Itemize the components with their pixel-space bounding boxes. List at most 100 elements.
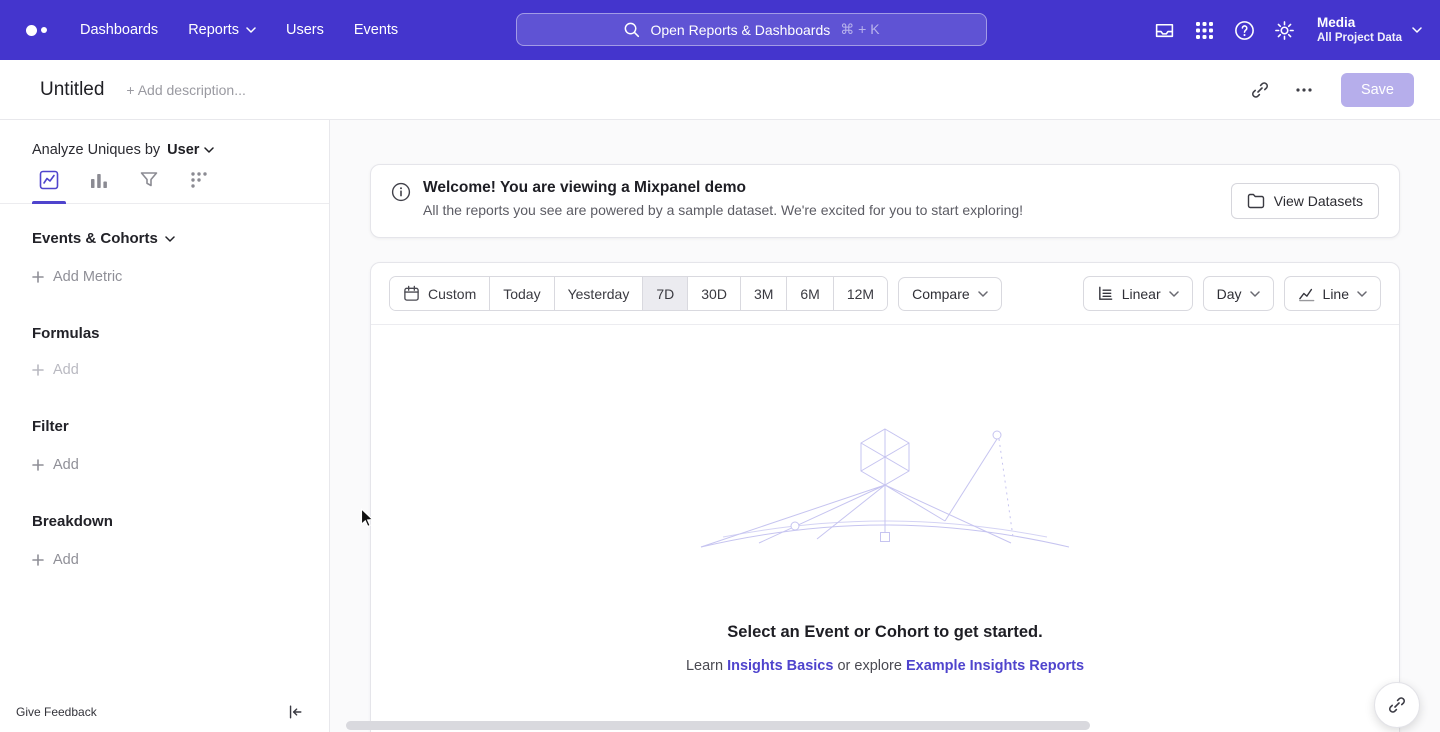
chevron-down-icon <box>1357 291 1367 297</box>
add-formula-button[interactable]: Add <box>0 362 329 378</box>
range-12m[interactable]: 12M <box>834 277 887 310</box>
add-metric-label: Add Metric <box>53 269 122 285</box>
chevron-down-icon <box>246 27 256 33</box>
view-datasets-button[interactable]: View Datasets <box>1231 183 1379 219</box>
report-title[interactable]: Untitled <box>40 79 104 101</box>
collapse-sidebar-icon <box>287 704 303 720</box>
apps-grid-button[interactable] <box>1187 13 1221 47</box>
range-label: Today <box>503 286 540 302</box>
empty-state-subtitle: Learn Insights Basics or explore Example… <box>686 658 1084 674</box>
folder-icon <box>1247 193 1265 209</box>
range-label: 12M <box>847 286 874 302</box>
search-icon <box>623 21 640 38</box>
help-button[interactable] <box>1227 13 1261 47</box>
give-feedback-link[interactable]: Give Feedback <box>16 705 97 719</box>
visualization-tabs <box>0 170 329 204</box>
inbox-button[interactable] <box>1147 13 1181 47</box>
search-shortcut: ⌘ + K <box>840 21 879 38</box>
help-icon <box>1234 20 1255 41</box>
share-link-fab[interactable] <box>1374 682 1420 728</box>
apps-grid-icon <box>1195 21 1214 40</box>
range-30d[interactable]: 30D <box>688 277 741 310</box>
tab-retention[interactable] <box>184 170 214 203</box>
funnel-tab-icon <box>139 170 159 190</box>
filter-section-header: Filter <box>0 418 329 435</box>
chevron-down-icon <box>1412 27 1422 33</box>
nav-item-label: Reports <box>188 22 239 38</box>
top-navbar: Dashboards Reports Users Events Open Rep… <box>0 0 1440 60</box>
range-label: 6M <box>800 286 819 302</box>
example-insights-reports-link[interactable]: Example Insights Reports <box>906 658 1084 674</box>
range-label: Yesterday <box>568 286 630 302</box>
mixpanel-logo[interactable] <box>26 25 47 36</box>
compare-button[interactable]: Compare <box>898 277 1002 311</box>
analyze-row: Analyze Uniques by User <box>0 120 329 158</box>
range-7d[interactable]: 7D <box>643 277 688 310</box>
analyze-by-dropdown[interactable]: User <box>167 142 214 158</box>
range-custom[interactable]: Custom <box>390 277 490 310</box>
more-options-button[interactable] <box>1287 73 1321 107</box>
chart-controls: Custom Today Yesterday 7D 30D 3M 6M 12M … <box>371 263 1399 324</box>
plus-icon <box>32 271 44 283</box>
tab-funnel[interactable] <box>134 170 164 203</box>
chevron-down-icon <box>978 291 988 297</box>
add-filter-button[interactable]: Add <box>0 457 329 473</box>
nav-item-users[interactable]: Users <box>271 14 339 46</box>
add-filter-label: Add <box>53 457 79 473</box>
view-datasets-label: View Datasets <box>1274 193 1363 209</box>
breakdown-title: Breakdown <box>32 513 113 530</box>
copy-link-button[interactable] <box>1243 73 1277 107</box>
line-chart-tab-icon <box>39 170 59 190</box>
events-cohorts-section-header[interactable]: Events & Cohorts <box>0 230 329 247</box>
add-metric-button[interactable]: Add Metric <box>0 269 329 285</box>
empty-state-title: Select an Event or Cohort to get started… <box>727 623 1042 642</box>
navbar-right: Media All Project Data <box>1147 13 1422 47</box>
interval-dropdown[interactable]: Day <box>1203 276 1274 311</box>
empty-state-illustration <box>699 425 1071 575</box>
linear-scale-icon <box>1097 285 1114 302</box>
range-6m[interactable]: 6M <box>787 277 833 310</box>
sidebar-footer: Give Feedback <box>0 694 329 732</box>
link-icon <box>1250 80 1270 100</box>
save-button[interactable]: Save <box>1341 73 1414 107</box>
empty-state: Select an Event or Cohort to get started… <box>371 325 1399 732</box>
scale-dropdown[interactable]: Linear <box>1083 276 1193 311</box>
nav-item-reports[interactable]: Reports <box>173 14 271 46</box>
plus-icon <box>32 459 44 471</box>
date-range-segmented-control: Custom Today Yesterday 7D 30D 3M 6M 12M <box>389 276 888 311</box>
banner-text: Welcome! You are viewing a Mixpanel demo… <box>423 179 1023 218</box>
subtitle-middle: or explore <box>837 658 901 674</box>
breakdown-section-header: Breakdown <box>0 513 329 530</box>
main-panel: Welcome! You are viewing a Mixpanel demo… <box>330 120 1440 732</box>
events-cohorts-title: Events & Cohorts <box>32 230 158 247</box>
nav-item-events[interactable]: Events <box>339 14 413 46</box>
analyze-value: User <box>167 142 199 158</box>
collapse-sidebar-button[interactable] <box>287 704 303 720</box>
insights-basics-link[interactable]: Insights Basics <box>727 658 833 674</box>
range-3m[interactable]: 3M <box>741 277 787 310</box>
horizontal-scrollbar[interactable] <box>346 721 1090 730</box>
settings-button[interactable] <box>1267 13 1301 47</box>
nav-item-dashboards[interactable]: Dashboards <box>65 14 173 46</box>
global-search[interactable]: Open Reports & Dashboards ⌘ + K <box>516 13 987 46</box>
analyze-label: Analyze Uniques by <box>32 142 160 158</box>
chart-type-label: Line <box>1323 286 1349 302</box>
link-icon <box>1387 695 1407 715</box>
filter-title: Filter <box>32 418 69 435</box>
range-today[interactable]: Today <box>490 277 554 310</box>
chart-type-dropdown[interactable]: Line <box>1284 276 1381 311</box>
chevron-down-icon <box>165 236 175 242</box>
range-yesterday[interactable]: Yesterday <box>555 277 644 310</box>
chevron-down-icon <box>1250 291 1260 297</box>
project-switcher[interactable]: Media All Project Data <box>1317 14 1422 46</box>
banner-body: All the reports you see are powered by a… <box>423 202 1023 218</box>
line-chart-icon <box>1298 285 1315 302</box>
range-label: 7D <box>656 286 674 302</box>
info-icon <box>391 182 411 207</box>
welcome-banner: Welcome! You are viewing a Mixpanel demo… <box>370 164 1400 238</box>
add-breakdown-button[interactable]: Add <box>0 552 329 568</box>
tab-line-chart[interactable] <box>34 170 64 203</box>
project-text: Media All Project Data <box>1317 14 1402 46</box>
tab-bar-chart[interactable] <box>84 170 114 203</box>
report-description-placeholder[interactable]: + Add description... <box>126 82 245 98</box>
